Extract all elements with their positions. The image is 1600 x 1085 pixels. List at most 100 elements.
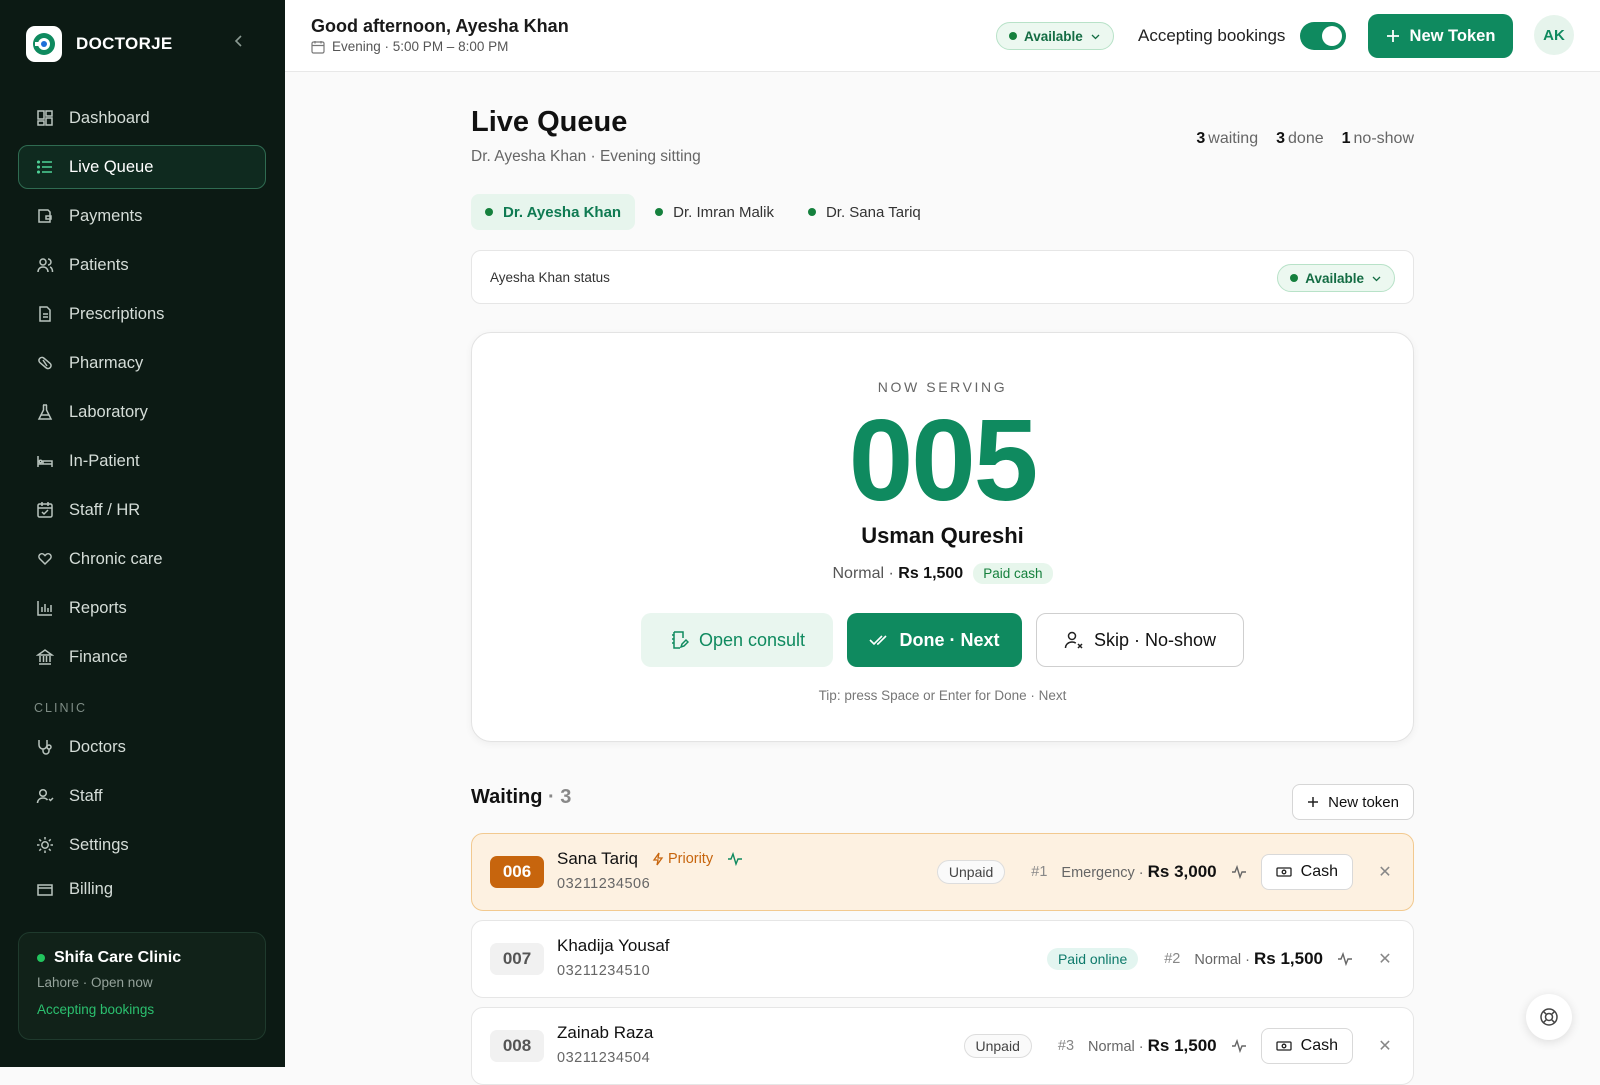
queue-position: #1 — [1031, 864, 1048, 880]
queue-patient: Khadija Yousaf — [557, 936, 670, 956]
page-subtitle: Dr. Ayesha Khan · Evening sitting — [471, 148, 701, 165]
sidebar-item-laboratory[interactable]: Laboratory — [18, 390, 266, 434]
help-lifebuoy-icon[interactable] — [1526, 994, 1572, 1040]
vitals-pulse-icon[interactable] — [727, 852, 743, 866]
new-token-button[interactable]: New Token — [1368, 14, 1513, 58]
tab-doctor-ayesha-khan[interactable]: Dr. Ayesha Khan — [471, 194, 636, 230]
skip-no-show-button[interactable]: Skip · No-show — [1036, 613, 1244, 667]
sidebar-item-label: Reports — [69, 598, 127, 617]
sidebar-item-patients[interactable]: Patients — [18, 243, 266, 287]
user-icon — [35, 786, 55, 806]
doctor-tab-label: Dr. Sana Tariq — [825, 203, 921, 221]
queue-row[interactable]: 006 Sana Tariq Priority 03211234506 Unpa… — [471, 833, 1414, 911]
bar-chart-icon — [35, 598, 55, 618]
sidebar-item-label: Prescriptions — [69, 304, 165, 323]
priority-label: Priority — [667, 851, 714, 867]
stat-done-count: 3 — [1276, 130, 1286, 147]
doctor-tab-label: Dr. Ayesha Khan — [503, 203, 622, 221]
add-token-button[interactable]: New token — [1292, 784, 1414, 820]
availability-dropdown[interactable]: Available — [996, 22, 1114, 50]
sidebar-item-doctors[interactable]: Doctors — [18, 725, 266, 769]
consult-note-icon — [669, 630, 689, 650]
queue-position: #3 — [1057, 1038, 1075, 1054]
visit-type-fee: Normal · Rs 1,500 — [1194, 949, 1323, 968]
queue-row[interactable]: 007 Khadija Yousaf 03211234510 Paid onli… — [471, 920, 1414, 998]
tab-doctor-sana-tariq[interactable]: Dr. Sana Tariq — [794, 194, 935, 230]
vitals-pulse-icon[interactable] — [1231, 865, 1247, 879]
sidebar-item-reports[interactable]: Reports — [18, 586, 266, 630]
queue-patient-name: Sana Tariq — [557, 849, 638, 868]
payment-badge: Paid online — [1046, 948, 1139, 970]
sidebar-item-pharmacy[interactable]: Pharmacy — [18, 341, 266, 385]
sidebar-item-in-patient[interactable]: In-Patient — [18, 439, 266, 483]
visit-type-fee: Normal · Rs 1,500 — [1088, 1036, 1217, 1055]
avatar[interactable]: AK — [1534, 15, 1574, 55]
clinic-name-label: Shifa Care Clinic — [54, 949, 182, 966]
add-token-label: New token — [1328, 793, 1399, 811]
visit-type: Normal — [832, 564, 885, 582]
sidebar-item-label: Patients — [69, 255, 129, 274]
double-check-icon — [869, 630, 889, 650]
sidebar-item-label: Dashboard — [69, 108, 150, 127]
sidebar-item-label: Finance — [69, 647, 128, 666]
visit-type: Normal — [1194, 952, 1242, 968]
stat-noshow-count: 1 — [1341, 130, 1351, 147]
status-dot-icon — [1290, 274, 1299, 282]
brand[interactable]: DOCTORJE — [26, 26, 173, 62]
brand-name: DOCTORJE — [76, 34, 173, 53]
page-title: Live Queue — [471, 106, 628, 138]
now-serving-token: 005 — [848, 395, 1039, 525]
now-serving-meta: Normal · Rs 1,500 Paid cash — [472, 563, 1413, 584]
cash-label: Cash — [1300, 1037, 1338, 1054]
calendar-icon — [35, 500, 55, 520]
collect-cash-button[interactable]: Cash — [1260, 854, 1353, 890]
open-consult-button[interactable]: Open consult — [641, 613, 833, 667]
vitals-pulse-icon[interactable] — [1337, 952, 1353, 966]
visit-fee: Rs 1,500 — [1254, 949, 1323, 968]
collect-cash-button[interactable]: Cash — [1260, 1028, 1353, 1064]
calendar-icon — [311, 40, 325, 54]
sidebar-item-live-queue[interactable]: Live Queue — [18, 145, 266, 189]
queue-token: 006 — [490, 856, 544, 888]
wallet-icon — [35, 206, 55, 226]
accepting-bookings-toggle[interactable] — [1300, 22, 1346, 50]
sidebar-item-finance[interactable]: Finance — [18, 635, 266, 679]
accepting-bookings-label: Accepting bookings — [1138, 26, 1286, 45]
sidebar-item-settings[interactable]: Settings — [18, 823, 266, 867]
visit-type-fee: Normal · Rs 1,500 — [832, 564, 964, 582]
serving-actions: Open consult Done · Next Skip · No-show — [472, 613, 1413, 667]
sidebar-item-prescriptions[interactable]: Prescriptions — [18, 292, 266, 336]
lightning-icon — [652, 852, 664, 866]
stat-done: 3 done — [1276, 130, 1324, 148]
sidebar-item-label: Staff — [69, 786, 103, 805]
clinic-booking-status: Accepting bookings — [37, 1002, 155, 1017]
sidebar-item-dashboard[interactable]: Dashboard — [18, 96, 266, 140]
visit-type: Normal — [1088, 1039, 1135, 1055]
remove-close-icon[interactable]: ✕ — [1375, 1036, 1395, 1056]
sidebar-item-staff[interactable]: Staff — [18, 774, 266, 818]
queue-row[interactable]: 008 Zainab Raza 03211234504 Unpaid #3 No… — [471, 1007, 1414, 1085]
collapse-sidebar-chevron-icon[interactable] — [232, 34, 246, 48]
sidebar-item-label: Live Queue — [69, 157, 154, 176]
queue-patient: Sana Tariq Priority — [557, 849, 743, 869]
stat-waiting-count: 3 — [1196, 130, 1206, 147]
visit-type: Emergency — [1061, 865, 1135, 881]
sidebar-section-clinic: CLINIC — [34, 701, 87, 715]
done-next-label: Done · Next — [899, 629, 1000, 650]
remove-close-icon[interactable]: ✕ — [1375, 862, 1395, 882]
sidebar-item-staff-hr[interactable]: Staff / HR — [18, 488, 266, 532]
tab-doctor-imran-malik[interactable]: Dr. Imran Malik — [641, 194, 788, 230]
sidebar-item-billing[interactable]: Billing — [18, 872, 266, 900]
user-x-icon — [1064, 630, 1084, 650]
vitals-pulse-icon[interactable] — [1231, 1039, 1247, 1053]
sidebar-item-chronic-care[interactable]: Chronic care — [18, 537, 266, 581]
queue-phone: 03211234504 — [557, 1050, 651, 1066]
sidebar-item-label: Doctors — [69, 737, 126, 756]
done-next-button[interactable]: Done · Next — [847, 613, 1022, 667]
sidebar-item-payments[interactable]: Payments — [18, 194, 266, 238]
doctor-status-dropdown[interactable]: Available — [1277, 264, 1395, 292]
remove-close-icon[interactable]: ✕ — [1375, 949, 1395, 969]
dashboard-icon — [35, 108, 55, 128]
clinic-card[interactable]: Shifa Care Clinic Lahore · Open now Acce… — [18, 932, 266, 1040]
bank-icon — [35, 647, 55, 667]
